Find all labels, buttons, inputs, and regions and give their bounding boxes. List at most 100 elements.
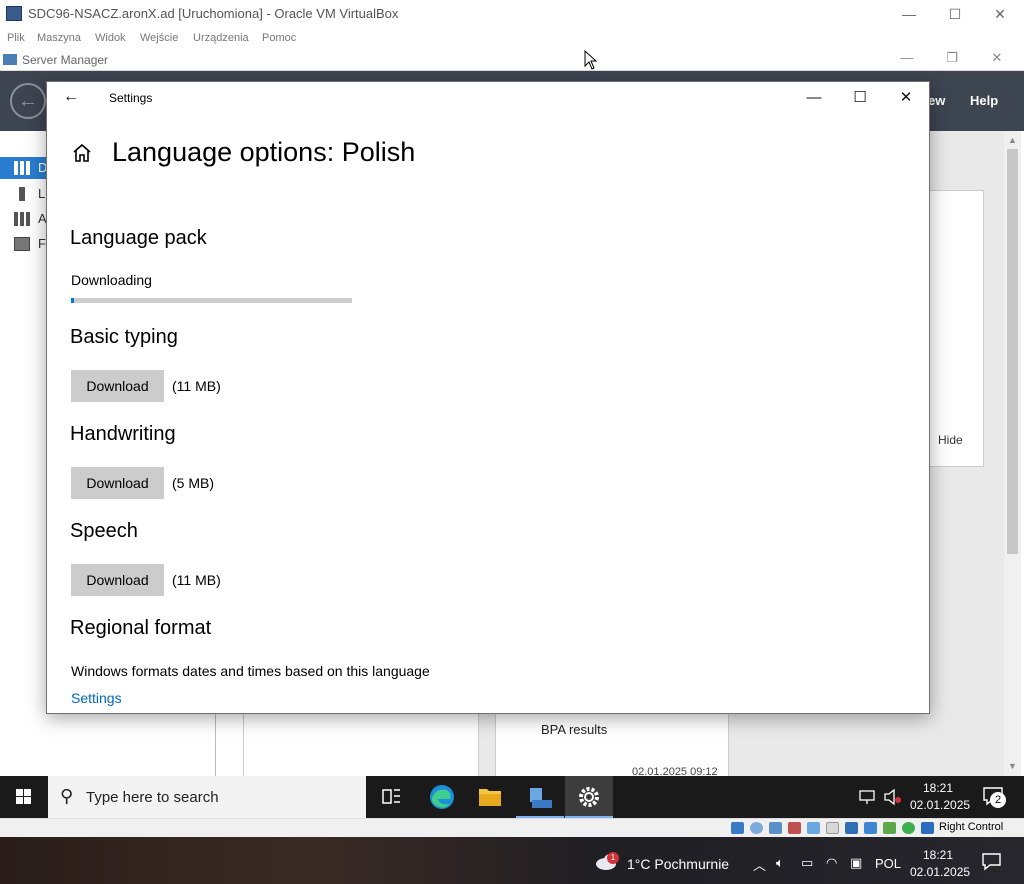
speaker-muted-icon[interactable] xyxy=(883,788,903,806)
volume-icon[interactable]: 🔈︎ xyxy=(776,855,784,871)
search-placeholder: Type here to search xyxy=(86,789,219,806)
basic-typing-download-button[interactable]: Download xyxy=(71,370,164,402)
mouse-cursor-icon xyxy=(584,50,598,70)
server-manager-titlebar: Server Manager — ❐ ✕ xyxy=(0,48,1024,71)
hard-disk-icon[interactable] xyxy=(731,822,744,834)
settings-taskbar-button[interactable] xyxy=(565,776,613,818)
guest-screen: Server Manager — ❐ ✕ ← ew Help D L A F H… xyxy=(0,48,1024,818)
vbox-statusbar: Right Control xyxy=(0,818,1024,837)
regional-format-description: Windows formats dates and times based on… xyxy=(71,663,430,679)
task-view-icon xyxy=(382,789,400,804)
menu-urzadzenia[interactable]: Urządzenia xyxy=(193,32,249,44)
basic-typing-size: (11 MB) xyxy=(172,378,221,394)
vbox-minimize-button[interactable]: — xyxy=(886,0,932,28)
weather-text[interactable]: 1°C Pochmurnie xyxy=(627,856,729,872)
video-capture-icon[interactable] xyxy=(864,822,877,834)
notification-count-badge: 2 xyxy=(990,792,1006,808)
sm-back-icon[interactable]: ← xyxy=(10,83,46,119)
settings-title: Settings xyxy=(109,91,153,105)
speech-heading: Speech xyxy=(70,520,138,542)
host-clock-date[interactable]: 02.01.2025 xyxy=(910,865,970,879)
speech-download-button[interactable]: Download xyxy=(71,564,164,596)
guest-clock-date[interactable]: 02.01.2025 xyxy=(910,798,970,812)
show-hidden-icons-chevron-icon[interactable]: ︿ xyxy=(753,855,766,874)
hide-panel: Hide xyxy=(929,190,984,467)
vbox-maximize-button[interactable]: ☐ xyxy=(932,0,978,28)
audio-icon[interactable] xyxy=(769,822,782,834)
server-icon xyxy=(19,187,25,201)
edge-taskbar-button[interactable] xyxy=(418,776,466,818)
regional-format-settings-link[interactable]: Settings xyxy=(71,690,122,706)
host-clock-time[interactable]: 18:21 xyxy=(923,848,953,862)
sm-close-button[interactable]: ✕ xyxy=(977,50,1017,66)
regional-format-heading: Regional format xyxy=(70,617,212,639)
input-language-indicator[interactable]: POL xyxy=(875,856,901,871)
sm-scrollbar[interactable]: ▲ ▼ xyxy=(1004,131,1021,776)
file-explorer-taskbar-button[interactable] xyxy=(466,776,514,818)
scroll-thumb[interactable] xyxy=(1007,149,1018,554)
battery-icon[interactable]: ▭ xyxy=(801,855,813,871)
folder-icon xyxy=(479,789,501,806)
menu-maszyna[interactable]: Maszyna xyxy=(37,32,81,44)
page-title: Language options: Polish xyxy=(112,137,416,167)
server-manager-title: Server Manager xyxy=(22,53,109,67)
sm-view-menu[interactable]: ew xyxy=(928,93,945,108)
search-icon: ⚲ xyxy=(60,786,74,806)
server-manager-taskbar-button[interactable] xyxy=(516,776,564,818)
edge-icon xyxy=(430,785,454,809)
handwriting-download-button[interactable]: Download xyxy=(71,467,164,499)
wifi-icon[interactable]: ◠ xyxy=(826,855,837,871)
settings-maximize-button[interactable]: ☐ xyxy=(837,82,883,114)
language-pack-progress-fill xyxy=(71,298,74,303)
display-icon[interactable] xyxy=(845,822,858,834)
gear-icon xyxy=(579,787,599,807)
task-view-button[interactable] xyxy=(367,776,415,818)
menu-widok[interactable]: Widok xyxy=(95,32,126,44)
taskbar-search-box[interactable]: ⚲ Type here to search xyxy=(48,776,366,818)
host-taskbar: 1 1°C Pochmurnie ︿ 🔈︎ ▭ ◠ ▣ POL 18:21 02… xyxy=(0,837,1024,884)
sm-restore-button[interactable]: ❐ xyxy=(932,50,972,66)
vbox-titlebar: SDC96-NSACZ.aronX.ad [Uruchomiona] - Ora… xyxy=(0,0,1024,28)
vbox-close-button[interactable]: ✕ xyxy=(977,0,1023,28)
shared-folders-icon[interactable] xyxy=(826,822,839,834)
settings-close-button[interactable]: ✕ xyxy=(883,82,929,114)
host-key-label: Right Control xyxy=(939,821,1004,833)
home-icon[interactable] xyxy=(71,142,93,164)
bpa-results-label[interactable]: BPA results xyxy=(541,722,607,737)
back-arrow-icon[interactable]: ← xyxy=(63,88,79,106)
sm-minimize-button[interactable]: — xyxy=(887,50,927,65)
settings-minimize-button[interactable]: — xyxy=(791,82,837,114)
hide-link[interactable]: Hide xyxy=(938,433,963,447)
network-adapter-icon[interactable] xyxy=(788,822,801,834)
usb-icon[interactable] xyxy=(807,822,820,834)
sm-help-menu[interactable]: Help xyxy=(970,93,998,108)
settings-titlebar: ← Settings — ☐ ✕ xyxy=(47,82,929,114)
menu-plik[interactable]: Plik xyxy=(7,32,25,44)
sidebar-item-label: F xyxy=(38,236,46,251)
network-icon[interactable] xyxy=(858,788,878,806)
language-pack-progress-bar xyxy=(71,298,352,303)
vbox-window-title: SDC96-NSACZ.aronX.ad [Uruchomiona] - Ora… xyxy=(28,6,399,21)
dashboard-icon xyxy=(14,161,30,175)
host-notification-icon[interactable] xyxy=(981,852,1003,872)
basic-typing-heading: Basic typing xyxy=(70,326,178,348)
handwriting-size: (5 MB) xyxy=(172,475,214,491)
server-manager-taskbar-icon xyxy=(530,788,552,808)
scroll-down-arrow[interactable]: ▼ xyxy=(1004,761,1021,771)
menu-pomoc[interactable]: Pomoc xyxy=(262,32,296,44)
menu-wejscie[interactable]: Wejście xyxy=(140,32,178,44)
server-manager-icon xyxy=(3,54,17,65)
weather-alert-badge: 1 xyxy=(607,852,619,864)
scroll-up-arrow[interactable]: ▲ xyxy=(1004,135,1021,145)
vpn-icon[interactable]: ▣ xyxy=(850,855,862,871)
windows-logo-icon xyxy=(16,789,31,804)
speech-size: (11 MB) xyxy=(172,572,221,588)
mouse-integration-icon[interactable] xyxy=(921,822,934,834)
vbox-menubar: Plik Maszyna Widok Wejście Urządzenia Po… xyxy=(0,28,1024,48)
virtualization-icon[interactable] xyxy=(902,822,915,834)
cpu-icon[interactable] xyxy=(883,822,896,834)
settings-window: ← Settings — ☐ ✕ Language options: Polis… xyxy=(46,81,930,714)
guest-clock-time[interactable]: 18:21 xyxy=(923,781,953,795)
optical-drive-icon[interactable] xyxy=(750,822,763,834)
start-button[interactable] xyxy=(0,776,48,818)
